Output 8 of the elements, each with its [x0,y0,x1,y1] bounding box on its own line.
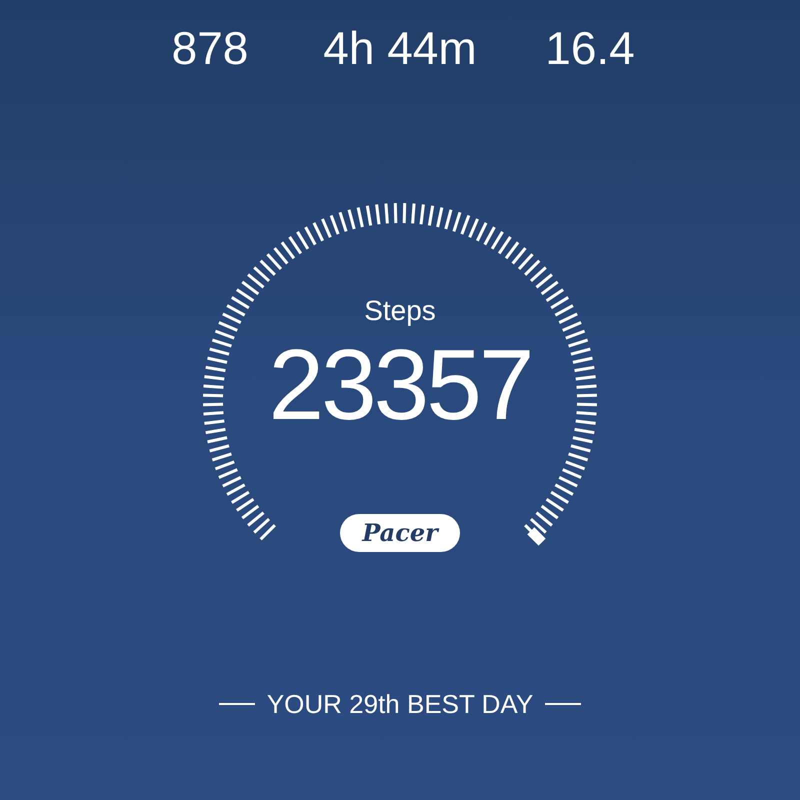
best-day-text: YOUR 29th BEST DAY [266,688,534,720]
steps-label: Steps [364,294,436,328]
stat-value: 878 [172,21,248,76]
stat-value: 4h 44m [323,21,477,76]
pacer-logo: Pacer [340,514,460,552]
stat-value: 16.4 [545,21,635,76]
gauge-marker [527,527,546,546]
steps-count: 23357 [268,330,532,440]
